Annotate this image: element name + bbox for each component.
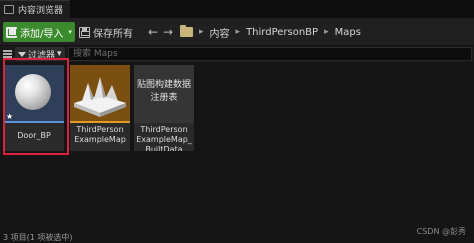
tab-bar: 内容浏览器 <box>0 0 474 18</box>
filter-funnel-icon <box>18 51 26 57</box>
back-arrow-icon: ← <box>148 25 159 39</box>
back-button[interactable]: ← <box>148 22 158 42</box>
status-bar: 3 项目(1 项被选中) <box>0 232 474 243</box>
dropdown-caret-icon: ▾ <box>68 28 72 36</box>
breadcrumb-item-maps[interactable]: Maps <box>335 27 361 38</box>
map-preview-icon <box>70 65 130 121</box>
asset-tile-thirdperson-examplemap[interactable]: ThirdPerson ExampleMap <box>70 65 130 151</box>
filter-bar: 过滤器 ▾ <box>0 46 474 62</box>
save-all-button[interactable]: 保存所有 <box>79 22 137 42</box>
breadcrumb-item-content[interactable]: 内容 <box>210 25 230 40</box>
folder-icon <box>180 25 193 37</box>
breadcrumb-separator: ▸ <box>199 27 204 37</box>
breadcrumb-item-thirdpersonbp[interactable]: ThirdPersonBP <box>246 27 318 38</box>
save-icon <box>79 26 90 38</box>
tab-label: 内容浏览器 <box>18 6 64 16</box>
asset-tile-builtdata[interactable]: 贴图构建数据注册表 ThirdPerson ExampleMap_ BuiltD… <box>134 65 194 151</box>
content-browser-icon <box>4 5 14 14</box>
forward-button[interactable]: → <box>163 22 173 42</box>
watermark: CSDN @彭秀 <box>416 227 466 236</box>
add-import-button[interactable]: 添加/导入 ▾ <box>3 22 75 42</box>
breadcrumb-separator: ▸ <box>235 27 241 37</box>
asset-grid: ★ Door_BP ThirdPerson ExampleMap 贴图构建数据注… <box>0 62 474 232</box>
forward-arrow-icon: → <box>163 25 174 39</box>
breadcrumb: ▸ 内容 ▸ ThirdPersonBP ▸ Maps <box>180 22 361 42</box>
asset-thumbnail: 贴图构建数据注册表 <box>134 65 194 123</box>
item-count-status: 3 项目(1 项被选中) <box>3 233 73 242</box>
save-all-label: 保存所有 <box>93 28 133 40</box>
map-thumbnail <box>70 65 130 123</box>
tab-content-browser[interactable]: 内容浏览器 <box>0 0 70 18</box>
asset-label: ThirdPerson ExampleMap <box>70 123 130 151</box>
asset-label: ThirdPerson ExampleMap_ BuiltData <box>134 123 194 151</box>
add-import-label: 添加/导入 <box>20 28 64 40</box>
search-input[interactable] <box>68 47 472 61</box>
selection-highlight <box>3 58 69 155</box>
breadcrumb-separator: ▸ <box>324 27 329 37</box>
sources-toggle-icon[interactable] <box>3 50 12 58</box>
import-icon <box>6 26 17 38</box>
toolbar: 添加/导入 ▾ 保存所有 ← → ▸ 内容 ▸ ThirdPersonBP ▸ … <box>0 18 474 46</box>
